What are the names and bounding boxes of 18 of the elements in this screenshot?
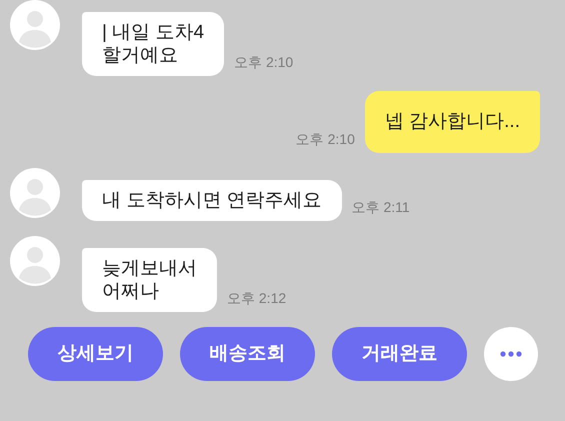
message-time: 오후 2:10 — [296, 130, 355, 149]
avatar-icon — [10, 168, 60, 218]
message-time: 오후 2:12 — [227, 289, 286, 308]
action-button[interactable]: 거래완료 — [332, 327, 467, 381]
avatar-icon — [10, 0, 60, 50]
more-button[interactable] — [484, 327, 538, 381]
message-text: 넵 감사합니다... — [384, 110, 520, 134]
message-time: 오후 2:11 — [352, 198, 410, 217]
message-time: 오후 2:10 — [234, 53, 294, 72]
action-button[interactable]: 배송조회 — [180, 327, 315, 381]
message-text: 늦게보내서 — [102, 257, 197, 280]
message-text: 내 도착하시면 연락주세요 — [102, 189, 322, 212]
message-text: | 내일 도차4 — [102, 21, 204, 44]
message-text: 할거예요 — [102, 44, 179, 67]
message-text: 어쩌나 — [102, 280, 160, 303]
action-button[interactable]: 상세보기 — [28, 327, 163, 381]
avatar-icon — [10, 236, 60, 286]
more-icon — [500, 351, 522, 357]
